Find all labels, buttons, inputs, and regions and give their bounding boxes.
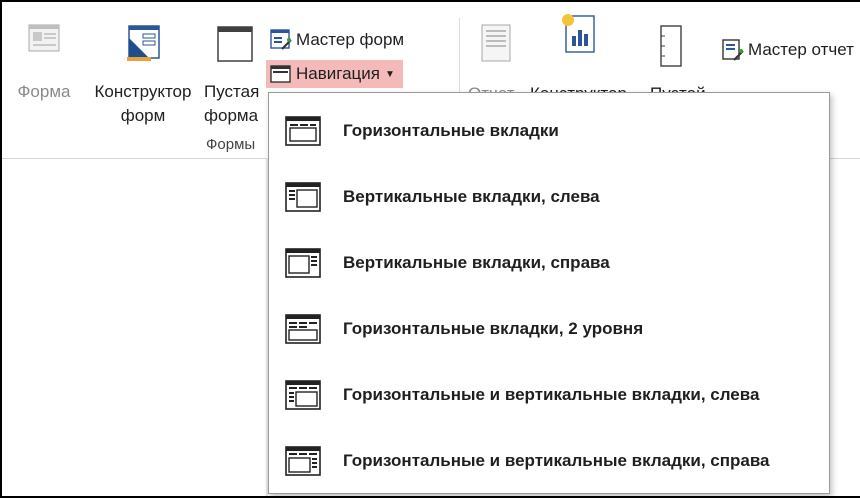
menu-item-label: Горизонтальные и вертикальные вкладки, с… <box>343 385 760 404</box>
report-design-icon <box>562 14 595 53</box>
blank-form-label-1: Пустая <box>204 82 260 101</box>
horizontal-vertical-tabs-left-icon <box>285 380 321 410</box>
vertical-tabs-left-icon <box>285 182 321 212</box>
report-design-button[interactable] <box>548 12 608 56</box>
menu-item-label: Горизонтальные и вертикальные вкладки, с… <box>343 451 770 470</box>
report-wizard-label: Мастер отчет <box>748 40 854 59</box>
navigation-icon <box>270 65 291 83</box>
form-button[interactable]: Форма <box>12 24 76 104</box>
blank-report-icon <box>660 25 682 67</box>
report-icon <box>481 24 511 62</box>
report-label-partial: Отчет <box>468 82 515 92</box>
menu-item-horizontal-vertical-tabs-left[interactable]: Горизонтальные и вертикальные вкладки, с… <box>269 365 829 425</box>
report-wizard-button[interactable]: Мастер отчет <box>722 36 854 64</box>
menu-item-label: Вертикальные вкладки, справа <box>343 253 610 272</box>
navigation-button[interactable]: Навигация ▼ <box>266 60 403 88</box>
blank-report-button[interactable] <box>654 24 688 68</box>
navigation-dropdown: Горизонтальные вкладки Вертикальные вкла… <box>268 92 830 494</box>
blank-form-button[interactable]: Пустая форма <box>202 24 268 128</box>
vertical-tabs-right-icon <box>285 248 321 278</box>
form-design-button[interactable]: Конструктор форм <box>84 24 202 128</box>
menu-item-horizontal-vertical-tabs-right[interactable]: Горизонтальные и вертикальные вкладки, с… <box>269 431 829 491</box>
form-button-label: Форма <box>17 82 71 101</box>
horizontal-vertical-tabs-right-icon <box>285 446 321 476</box>
menu-item-vertical-tabs-right[interactable]: Вертикальные вкладки, справа <box>269 233 829 293</box>
navigation-label: Навигация <box>296 64 380 83</box>
blank-form-icon <box>217 26 253 62</box>
form-wizard-label: Мастер форм <box>296 30 405 49</box>
form-icon <box>28 24 60 52</box>
horizontal-tabs-icon <box>285 116 321 146</box>
chevron-down-icon: ▼ <box>384 68 395 80</box>
menu-item-horizontal-tabs[interactable]: Горизонтальные вкладки <box>269 101 829 161</box>
form-design-icon <box>127 25 160 61</box>
menu-item-vertical-tabs-left[interactable]: Вертикальные вкладки, слева <box>269 167 829 227</box>
report-design-label-partial: Конструктор <box>530 82 627 92</box>
menu-item-horizontal-tabs-2-levels[interactable]: Горизонтальные вкладки, 2 уровня <box>269 299 829 359</box>
horizontal-tabs-2-levels-icon <box>285 314 321 344</box>
forms-group-label: Формы <box>206 136 256 153</box>
blank-report-label-partial: Пустой <box>650 82 706 92</box>
form-wizard-icon <box>270 29 292 50</box>
menu-item-label: Горизонтальные вкладки, 2 уровня <box>343 319 644 338</box>
form-design-label-1: Конструктор <box>94 82 192 101</box>
form-wizard-button[interactable]: Мастер форм <box>270 26 404 54</box>
menu-item-label: Горизонтальные вкладки <box>343 121 559 140</box>
blank-form-label-2: форма <box>204 106 259 125</box>
report-button[interactable] <box>472 24 520 62</box>
menu-item-label: Вертикальные вкладки, слева <box>343 187 600 206</box>
form-design-label-2: форм <box>120 106 166 125</box>
report-wizard-icon <box>722 39 744 61</box>
